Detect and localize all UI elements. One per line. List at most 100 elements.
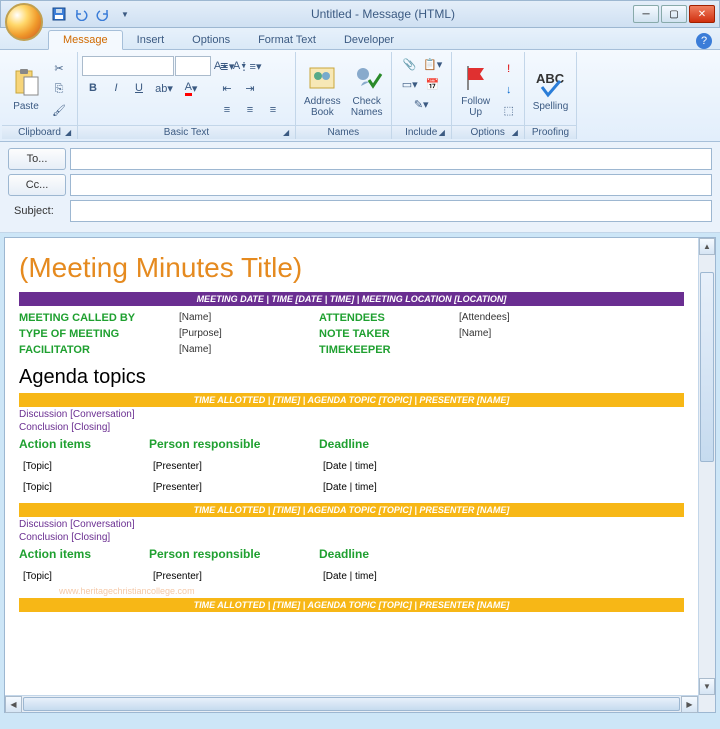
dialog-launcher-basic-text[interactable]: ◢ bbox=[283, 128, 293, 138]
check-names-label: Check Names bbox=[351, 96, 383, 118]
tab-developer[interactable]: Developer bbox=[330, 31, 408, 49]
font-color-icon[interactable]: A▾ bbox=[178, 78, 204, 98]
horizontal-scrollbar[interactable]: ◀ ▶ bbox=[5, 695, 698, 712]
scroll-thumb[interactable] bbox=[700, 272, 714, 462]
conclusion-1: Conclusion [Closing] bbox=[19, 422, 684, 433]
cut-icon[interactable]: ✂ bbox=[48, 59, 70, 79]
calendar-icon[interactable]: 📅 bbox=[422, 74, 444, 94]
group-basic-text: A▲ A▼ B I U ab▾ A▾ ≣▾ ⋮≡▾ ⇤ ⇥ ≡ ≡ ≡ bbox=[78, 52, 296, 139]
svg-text:ABC: ABC bbox=[536, 71, 565, 86]
attach-item-icon[interactable]: 📋▾ bbox=[422, 54, 444, 74]
minimize-button[interactable]: ─ bbox=[633, 5, 659, 23]
row-presenter: [Presenter] bbox=[149, 461, 319, 472]
meta-note-taker-v: [Name] bbox=[459, 328, 684, 340]
discussion-1: Discussion [Conversation] bbox=[19, 409, 684, 420]
col-deadline: Deadline bbox=[319, 437, 684, 451]
office-button[interactable] bbox=[5, 3, 43, 41]
close-button[interactable]: ✕ bbox=[689, 5, 715, 23]
dialog-launcher-clipboard[interactable]: ◢ bbox=[65, 128, 75, 138]
high-importance-icon[interactable]: ! bbox=[498, 59, 520, 79]
spelling-button[interactable]: ABC Spelling bbox=[529, 57, 573, 123]
vertical-scrollbar[interactable]: ▲ ▼ bbox=[698, 238, 715, 712]
cc-button[interactable]: Cc... bbox=[8, 174, 66, 196]
row-date: [Date | time] bbox=[319, 482, 684, 493]
format-painter-icon[interactable]: 🖌 bbox=[48, 101, 70, 121]
check-names-button[interactable]: Check Names bbox=[347, 57, 387, 123]
low-importance-icon[interactable]: ↓ bbox=[498, 80, 520, 100]
copy-icon[interactable]: ⎘ bbox=[48, 80, 70, 100]
bold-icon[interactable]: B bbox=[82, 78, 104, 98]
window-controls: ─ ▢ ✕ bbox=[633, 5, 715, 23]
undo-icon[interactable] bbox=[73, 6, 89, 22]
tab-format-text[interactable]: Format Text bbox=[244, 31, 330, 49]
discussion-2: Discussion [Conversation] bbox=[19, 519, 684, 530]
dialog-launcher-options[interactable]: ◢ bbox=[512, 128, 522, 138]
subject-field[interactable] bbox=[70, 200, 712, 222]
bullets-icon[interactable]: ≣▾ bbox=[216, 56, 238, 76]
doc-title: (Meeting Minutes Title) bbox=[19, 252, 684, 284]
decrease-indent-icon[interactable]: ⇤ bbox=[216, 78, 238, 98]
attach-file-icon[interactable]: 📎 bbox=[399, 54, 421, 74]
row-presenter: [Presenter] bbox=[149, 482, 319, 493]
address-book-icon bbox=[306, 62, 338, 94]
highlight-icon[interactable]: ab▾ bbox=[151, 78, 177, 98]
dialog-launcher-include[interactable]: ◢ bbox=[439, 128, 449, 138]
align-center-icon[interactable]: ≡ bbox=[239, 100, 261, 120]
col-person: Person responsible bbox=[149, 547, 319, 561]
paste-button[interactable]: Paste bbox=[6, 57, 46, 123]
tab-options[interactable]: Options bbox=[178, 31, 244, 49]
meta-called-by: MEETING CALLED BY bbox=[19, 312, 179, 324]
ribbon-tabs: Message Insert Options Format Text Devel… bbox=[0, 28, 720, 50]
to-field[interactable] bbox=[70, 148, 712, 170]
size-select[interactable] bbox=[175, 56, 211, 76]
business-card-icon[interactable]: ▭▾ bbox=[399, 74, 421, 94]
align-right-icon[interactable]: ≡ bbox=[262, 100, 284, 120]
col-person: Person responsible bbox=[149, 437, 319, 451]
conclusion-2: Conclusion [Closing] bbox=[19, 532, 684, 543]
window-title: Untitled - Message (HTML) bbox=[133, 7, 633, 21]
group-proofing: ABC Spelling Proofing bbox=[525, 52, 578, 139]
scroll-right-icon[interactable]: ▶ bbox=[681, 696, 698, 713]
group-options: Follow Up ! ↓ ⬚ Options ◢ bbox=[452, 52, 525, 139]
tab-message[interactable]: Message bbox=[48, 30, 123, 50]
scroll-left-icon[interactable]: ◀ bbox=[5, 696, 22, 713]
meta-facilitator: FACILITATOR bbox=[19, 344, 179, 356]
group-names: Address Book Check Names Names bbox=[296, 52, 392, 139]
address-book-label: Address Book bbox=[304, 96, 341, 118]
signature-icon[interactable]: ✎▾ bbox=[410, 94, 432, 114]
tab-insert[interactable]: Insert bbox=[123, 31, 179, 49]
row-date: [Date | time] bbox=[319, 571, 684, 582]
document[interactable]: (Meeting Minutes Title) MEETING DATE | T… bbox=[5, 238, 698, 712]
align-left-icon[interactable]: ≡ bbox=[216, 100, 238, 120]
help-icon[interactable]: ? bbox=[696, 33, 712, 49]
col-action: Action items bbox=[19, 437, 149, 451]
address-book-button[interactable]: Address Book bbox=[300, 57, 345, 123]
item-grid-1: Action items Person responsible Deadline… bbox=[19, 437, 684, 493]
numbering-icon[interactable]: ⋮≡▾ bbox=[239, 56, 261, 76]
chevron-down-icon[interactable]: ▼ bbox=[117, 6, 133, 22]
maximize-button[interactable]: ▢ bbox=[661, 5, 687, 23]
follow-up-button[interactable]: Follow Up bbox=[456, 57, 496, 123]
font-select[interactable] bbox=[82, 56, 174, 76]
agenda-heading: Agenda topics bbox=[19, 362, 684, 393]
save-icon[interactable] bbox=[51, 6, 67, 22]
group-clipboard: Paste ✂ ⎘ 🖌 Clipboard ◢ bbox=[2, 52, 78, 139]
scroll-down-icon[interactable]: ▼ bbox=[699, 678, 715, 695]
permission-icon[interactable]: ⬚ bbox=[498, 101, 520, 121]
meta-called-by-v: [Name] bbox=[179, 312, 319, 324]
scroll-thumb-h[interactable] bbox=[23, 697, 680, 711]
group-label-proofing: Proofing bbox=[525, 125, 577, 139]
underline-icon[interactable]: U bbox=[128, 78, 150, 98]
italic-icon[interactable]: I bbox=[105, 78, 127, 98]
scroll-up-icon[interactable]: ▲ bbox=[699, 238, 715, 255]
meta-attendees-v: [Attendees] bbox=[459, 312, 684, 324]
redo-icon[interactable] bbox=[95, 6, 111, 22]
to-button[interactable]: To... bbox=[8, 148, 66, 170]
cc-field[interactable] bbox=[70, 174, 712, 196]
agenda-bar-2: TIME ALLOTTED | [TIME] | AGENDA TOPIC [T… bbox=[19, 503, 684, 517]
agenda-bar-3: TIME ALLOTTED | [TIME] | AGENDA TOPIC [T… bbox=[19, 598, 684, 612]
group-label-names: Names bbox=[296, 125, 391, 139]
quick-access-toolbar: ▼ bbox=[51, 6, 133, 22]
row-topic: [Topic] bbox=[19, 571, 149, 582]
increase-indent-icon[interactable]: ⇥ bbox=[239, 78, 261, 98]
